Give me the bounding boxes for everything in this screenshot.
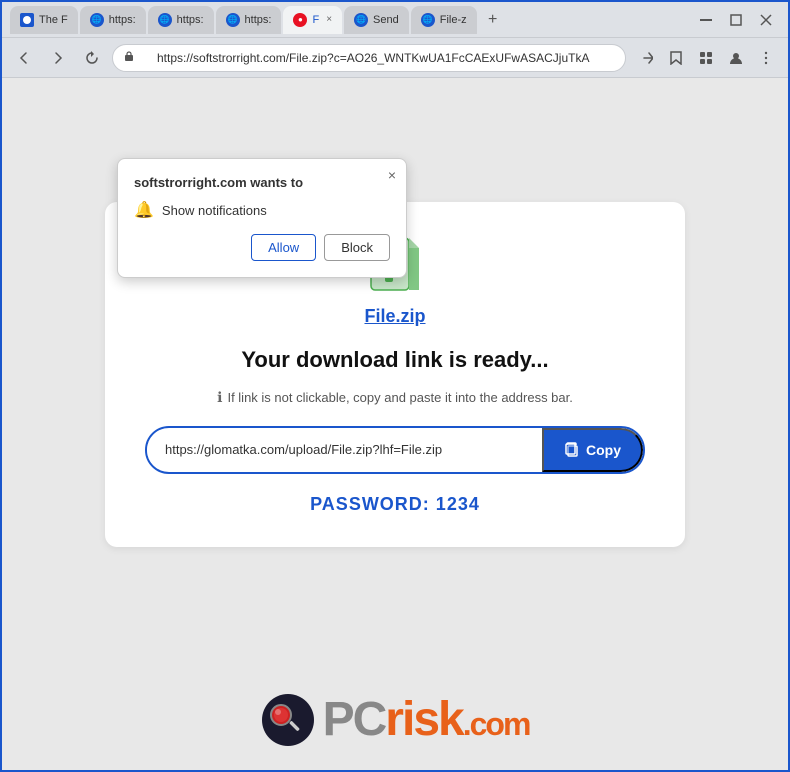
tab-5-label: F [312,14,319,26]
share-button[interactable] [632,44,660,72]
menu-button[interactable] [752,44,780,72]
footer: PCrisk.com [2,670,788,770]
pc-letters: PC [323,693,386,746]
popup-buttons: Allow Block [134,234,390,261]
allow-button[interactable]: Allow [251,234,316,261]
back-button[interactable] [10,44,38,72]
new-tab-button[interactable]: + [479,6,507,34]
tab-6[interactable]: 🌐 Send [344,6,409,34]
pcrisk-text: PCrisk.com [323,696,530,744]
dot-com: .com [463,706,530,742]
tab-list: The F 🌐 https: 🌐 https: 🌐 https: [10,6,684,34]
link-container: https://glomatka.com/upload/File.zip?lhf… [145,426,645,474]
extensions-button[interactable] [692,44,720,72]
tab-6-label: Send [373,14,399,26]
tab-5-active[interactable]: ● F × [283,6,342,34]
link-url-text: https://glomatka.com/upload/File.zip?lhf… [147,430,542,469]
tab-3-label: https: [177,14,204,26]
notification-popup: × softstrorright.com wants to 🔔 Show not… [117,158,407,278]
info-icon: ℹ [217,389,222,406]
popup-notification-item: 🔔 Show notifications [134,200,390,220]
content-area: × softstrorright.com wants to 🔔 Show not… [2,78,788,670]
refresh-button[interactable] [78,44,106,72]
pcrisk-logo: PCrisk.com [261,693,530,747]
address-actions [632,44,780,72]
block-button[interactable]: Block [324,234,390,261]
tab-1[interactable]: The F [10,6,78,34]
copy-button[interactable]: Copy [542,428,643,472]
maximize-button[interactable] [722,10,750,30]
password-text: PASSWORD: 1234 [310,494,480,515]
pcrisk-logo-icon [261,693,315,747]
title-bar: The F 🌐 https: 🌐 https: 🌐 https: [2,2,788,38]
browser-window: The F 🌐 https: 🌐 https: 🌐 https: [0,0,790,772]
tab-1-label: The F [39,14,68,26]
lock-icon [123,50,135,65]
tab-7[interactable]: 🌐 File-z [411,6,477,34]
info-text: ℹ If link is not clickable, copy and pas… [217,389,573,406]
tab-7-label: File-z [440,14,467,26]
tab-3[interactable]: 🌐 https: [148,6,214,34]
popup-close-button[interactable]: × [388,167,396,183]
profile-button[interactable] [722,44,750,72]
info-text-label: If link is not clickable, copy and paste… [227,390,572,405]
download-headline: Your download link is ready... [241,347,548,373]
close-button[interactable] [752,10,780,30]
tab-4[interactable]: 🌐 https: [216,6,282,34]
address-bar: https://softstrorright.com/File.zip?c=AO… [2,38,788,78]
file-name[interactable]: File.zip [364,306,425,327]
address-text: https://softstrorright.com/File.zip?c=AO… [157,51,589,65]
copy-icon [564,442,580,458]
risk-letters: risk [385,693,462,746]
copy-label: Copy [586,442,621,458]
minimize-button[interactable] [692,10,720,30]
window-controls [692,10,780,30]
tab-5-close[interactable]: × [326,14,332,25]
bell-icon: 🔔 [134,200,154,220]
bookmark-button[interactable] [662,44,690,72]
tab-2-label: https: [109,14,136,26]
forward-button[interactable] [44,44,72,72]
tab-4-label: https: [245,14,272,26]
address-input[interactable]: https://softstrorright.com/File.zip?c=AO… [112,44,626,72]
tab-2[interactable]: 🌐 https: [80,6,146,34]
popup-item-text: Show notifications [162,203,267,218]
popup-title: softstrorright.com wants to [134,175,390,190]
